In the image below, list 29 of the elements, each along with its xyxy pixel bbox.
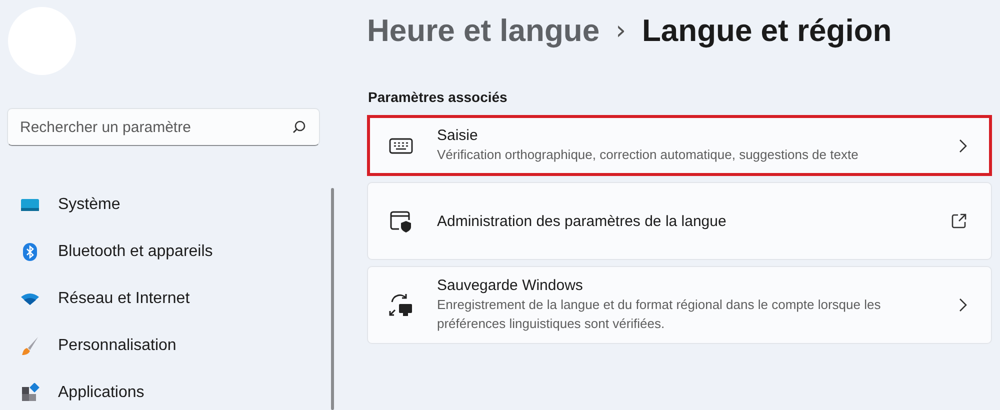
- chevron-icon: [959, 138, 967, 152]
- window-shield-icon: [388, 209, 414, 233]
- chevron-icon: [959, 298, 967, 312]
- external-link-icon: [951, 213, 967, 229]
- nav-item[interactable]: Personnalisation: [7, 324, 307, 368]
- wifi-icon: [19, 292, 41, 306]
- settings-card[interactable]: Administration des paramètres de la langue: [367, 182, 992, 260]
- breadcrumb-link[interactable]: Heure et langue: [367, 13, 600, 49]
- card-description: Vérification orthographique, correction automatique, suggestions de texte: [437, 146, 860, 164]
- keyboard-icon: [388, 138, 414, 154]
- scrollbar[interactable]: [331, 188, 334, 410]
- section-title: Paramètres associés: [368, 89, 508, 105]
- search-icon: [292, 120, 306, 134]
- system-icon: [19, 197, 41, 213]
- breadcrumb-separator: ›: [616, 16, 626, 46]
- nav-item[interactable]: Bluetooth et appareils: [7, 230, 307, 274]
- settings-card[interactable]: Sauvegarde Windows Enregistrement de la langue et du format régional dans le compte lorsque les préférences linguistiques sont vérifiées.: [367, 266, 992, 344]
- card-title: Sauvegarde Windows: [437, 277, 584, 294]
- search-field[interactable]: Rechercher un paramètre: [7, 108, 320, 146]
- settings-card[interactable]: Saisie Vérification orthographique, correction automatique, suggestions de texte: [367, 115, 992, 176]
- nav-item[interactable]: Réseau et Internet: [7, 277, 307, 321]
- page-title: Langue et région: [642, 13, 892, 49]
- apps-icon: [19, 383, 41, 403]
- card-description: Enregistrement de la langue et du format régional dans le compte lorsque les préférences linguistiques sont vérifiées.: [437, 296, 882, 333]
- sync-monitor-icon: [388, 293, 414, 317]
- card-title: Saisie: [437, 127, 479, 144]
- nav-item[interactable]: Système: [7, 183, 307, 227]
- card-title: Administration des paramètres de la langue: [437, 212, 728, 230]
- nav-item[interactable]: Applications: [7, 371, 307, 410]
